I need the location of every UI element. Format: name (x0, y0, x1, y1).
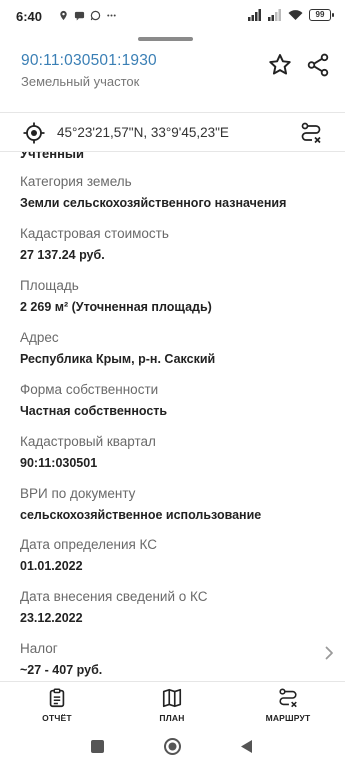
field-label: ВРИ по документу (20, 486, 136, 501)
sheet-drag-handle[interactable] (138, 37, 193, 41)
field-value: 90:11:030501 (20, 456, 98, 470)
field-value: ~27 - 407 руб. (20, 663, 103, 677)
field-label: Площадь (20, 278, 79, 293)
bottom-action-bar: ОТЧЁТ ПЛАН МАРШРУТ (0, 681, 345, 728)
plan-label: ПЛАН (159, 713, 185, 723)
field-value: Частная собственность (20, 404, 168, 418)
field-land-category: Категория земель Земли сельскохозяйствен… (20, 174, 330, 211)
route-button[interactable]: МАРШРУТ (248, 687, 328, 723)
coordinates-bar: 45°23'21,57"N, 33°9'45,23"E (0, 112, 345, 152)
back-icon[interactable] (239, 739, 254, 754)
field-value: Республика Крым, р-н. Сакский (20, 352, 216, 366)
chevron-right-icon[interactable] (322, 646, 336, 660)
object-type-subtitle: Земельный участок (21, 74, 140, 89)
battery-icon: 99 (309, 9, 334, 21)
field-value: 01.01.2022 (20, 559, 83, 573)
share-icon[interactable] (305, 52, 331, 78)
field-label: Кадастровая стоимость (20, 226, 169, 241)
field-cadastral-quarter: Кадастровый квартал 90:11:030501 (20, 434, 330, 471)
object-header: 90:11:030501:1930 Земельный участок (0, 44, 345, 100)
report-label: ОТЧЁТ (42, 713, 72, 723)
field-value: 2 269 м² (Уточненная площадь) (20, 300, 212, 314)
field-tax[interactable]: Налог ~27 - 407 руб. (20, 641, 330, 678)
field-address: Адрес Республика Крым, р-н. Сакский (20, 330, 330, 367)
field-cost-determination-date: Дата определения КС 01.01.2022 (20, 537, 330, 574)
field-value: 27 137.24 руб. (20, 248, 105, 262)
field-area: Площадь 2 269 м² (Уточненная площадь) (20, 278, 330, 315)
plan-button[interactable]: ПЛАН (132, 687, 212, 723)
field-label: Дата определения КС (20, 537, 158, 552)
more-icon (107, 14, 116, 17)
chat-icon (74, 11, 85, 21)
route-icon (279, 688, 297, 708)
field-label: Налог (20, 641, 58, 656)
location-icon (60, 10, 67, 21)
registration-status-value: Учтенный (20, 152, 85, 161)
status-notification-icons (58, 10, 117, 21)
report-button[interactable]: ОТЧЁТ (17, 687, 97, 723)
wifi-icon (288, 10, 303, 20)
signal-icon (248, 9, 261, 21)
map-icon (162, 688, 182, 708)
details-list: Учтенный Категория земель Земли сельскох… (0, 152, 345, 681)
coordinates-text[interactable]: 45°23'21,57"N, 33°9'45,23"E (57, 125, 229, 140)
field-value: Земли сельскохозяйственного назначения (20, 196, 287, 210)
field-value: 23.12.2022 (20, 611, 83, 625)
status-bar: 6:40 99 (0, 0, 345, 34)
clipboard-icon (49, 688, 65, 708)
status-time: 6:40 (16, 9, 43, 24)
home-icon[interactable] (163, 737, 182, 756)
recents-icon[interactable] (90, 739, 105, 754)
star-icon[interactable] (267, 52, 293, 78)
field-label: Категория земель (20, 174, 132, 189)
field-ownership-form: Форма собственности Частная собственност… (20, 382, 330, 419)
battery-level: 99 (315, 10, 325, 19)
field-label: Адрес (20, 330, 59, 345)
field-permitted-use: ВРИ по документу сельскохозяйственное ис… (20, 486, 330, 523)
route-label: МАРШРУТ (265, 713, 311, 723)
status-system-icons: 99 (248, 9, 334, 21)
whatsapp-icon (90, 10, 101, 21)
field-label: Форма собственности (20, 382, 159, 397)
field-value: сельскохозяйственное использование (20, 508, 262, 522)
route-icon[interactable] (299, 121, 323, 145)
locate-icon[interactable] (22, 121, 46, 145)
signal-icon-2 (268, 9, 281, 21)
system-navigation-bar (0, 728, 345, 767)
field-cost-entry-date: Дата внесения сведений о КС 23.12.2022 (20, 589, 330, 626)
field-label: Кадастровый квартал (20, 434, 156, 449)
field-label: Дата внесения сведений о КС (20, 589, 208, 604)
cadastral-number[interactable]: 90:11:030501:1930 (21, 52, 157, 70)
field-cadastral-cost: Кадастровая стоимость 27 137.24 руб. (20, 226, 330, 263)
